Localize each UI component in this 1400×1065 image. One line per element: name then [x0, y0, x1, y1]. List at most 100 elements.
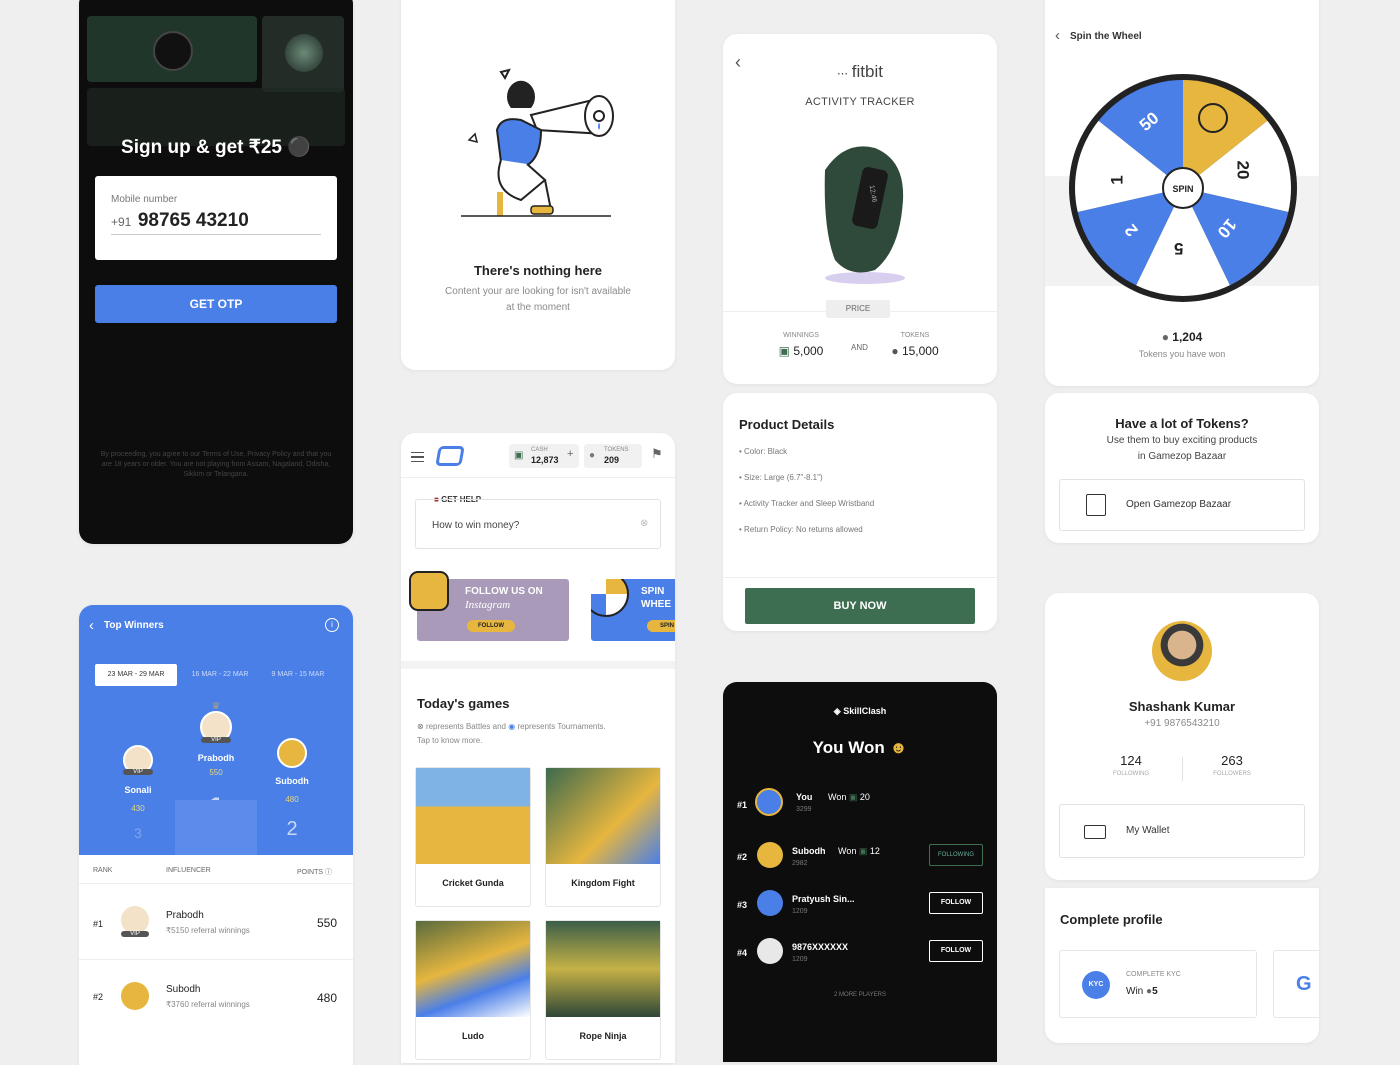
- row-points: 480: [317, 991, 338, 1005]
- spin-banner-button[interactable]: SPIN: [647, 620, 675, 632]
- info-icon[interactable]: i: [325, 618, 339, 632]
- followers-stat[interactable]: 263 FOLLOWERS: [1202, 753, 1262, 777]
- shopping-bag-icon: [1086, 494, 1106, 516]
- vip-badge: VIP: [123, 769, 153, 775]
- game-thumbnail: [416, 921, 530, 1017]
- product-category: ACTIVITY TRACKER: [805, 96, 915, 108]
- info-icon[interactable]: ⓘ: [325, 869, 332, 876]
- table-row[interactable]: #2 Subodh ₹3760 referral winnings 480: [79, 960, 353, 1036]
- table-row[interactable]: #1 VIP Prabodh ₹5150 referral winnings 5…: [79, 884, 353, 960]
- winnings-label: WINNINGS: [783, 332, 819, 339]
- following-stat[interactable]: 124 FOLLOWING: [1101, 753, 1161, 777]
- detail-item: • Activity Tracker and Sleep Wristband: [739, 499, 875, 508]
- terms-text: By proceeding, you agree to our Terms of…: [100, 451, 332, 478]
- help-question-box[interactable]: How to win money? ⊗: [415, 499, 661, 549]
- complete-kyc-card[interactable]: KYC COMPLETE KYC Win ●5: [1059, 950, 1257, 1018]
- player-name: Subodh: [792, 846, 826, 856]
- more-players-link[interactable]: 2 MORE PLAYERS: [723, 992, 997, 998]
- won-label: Won: [828, 792, 847, 802]
- player-name: You: [796, 792, 813, 802]
- get-otp-button[interactable]: GET OTP: [95, 285, 337, 323]
- followers-label: FOLLOWERS: [1213, 771, 1251, 777]
- tab-week-1[interactable]: 23 MAR - 29 MAR: [95, 664, 177, 686]
- empty-line2: at the moment: [506, 302, 570, 313]
- crown-icon: ♕: [211, 701, 221, 712]
- bazaar-button-label: Open Gamezop Bazaar: [1126, 499, 1232, 510]
- complete-profile-card: Complete profile KYC COMPLETE KYC Win ●5…: [1045, 888, 1319, 1043]
- token-icon: ●: [891, 344, 899, 358]
- player-score: 2982: [792, 860, 808, 867]
- podium-points: 480: [285, 795, 299, 804]
- col-rank: RANK: [93, 867, 113, 874]
- game-tile-rope-ninja[interactable]: Rope Ninja: [545, 920, 661, 1060]
- cash-value: 12,873: [531, 455, 559, 465]
- brand-name: fitbit: [851, 62, 883, 81]
- instagram-follow-button[interactable]: FOLLOW: [467, 620, 515, 632]
- clear-icon[interactable]: ⊗: [640, 518, 648, 529]
- details-list: • Color: Black • Size: Large (6.7"-8.1")…: [739, 447, 874, 551]
- buy-now-button[interactable]: BUY NOW: [745, 588, 975, 624]
- mobile-number-field[interactable]: Mobile number +91 98765 43210: [95, 176, 337, 260]
- top-winners-card: ‹ Top Winners i 23 MAR - 29 MAR 16 MAR -…: [79, 605, 353, 1065]
- cash-pill[interactable]: ▣ CASH 12,873 +: [509, 444, 579, 468]
- mobile-label: Mobile number: [111, 194, 178, 205]
- detail-item: • Return Policy: No returns allowed: [739, 525, 863, 534]
- follow-button[interactable]: FOLLOW: [929, 892, 983, 914]
- price-label: PRICE: [826, 300, 890, 318]
- mini-wheel-icon: [591, 579, 629, 617]
- avatar: [277, 738, 307, 768]
- row-name: Prabodh: [166, 910, 204, 921]
- winners-title: Top Winners: [104, 620, 164, 631]
- row-rank: #1: [93, 919, 104, 929]
- instagram-icon: [409, 571, 449, 611]
- google-icon: G: [1296, 973, 1312, 995]
- open-bazaar-button[interactable]: Open Gamezop Bazaar: [1059, 479, 1305, 531]
- spin-wheel-card: ‹ Spin the Wheel 50 20 10 5 2 1 SPIN ● 1…: [1045, 0, 1319, 386]
- back-arrow-icon[interactable]: ‹: [1055, 27, 1060, 44]
- add-cash-icon[interactable]: +: [567, 448, 573, 460]
- segment-label-1: 1: [1107, 175, 1127, 185]
- token-icon: ●: [1161, 330, 1169, 344]
- game-thumbnail: [546, 921, 660, 1017]
- player-row: #4 9876XXXXXX 1209 FOLLOW: [723, 932, 997, 976]
- complete-profile-title: Complete profile: [1060, 912, 1163, 927]
- kyc-badge-icon: KYC: [1082, 971, 1110, 999]
- spin-banner[interactable]: SPIN WHEE SPIN: [591, 579, 675, 641]
- cool-emoji-icon: ☻: [889, 738, 908, 757]
- searching-person-illustration: [461, 68, 614, 217]
- following-button[interactable]: FOLLOWING: [929, 844, 983, 866]
- spin-button[interactable]: SPIN: [1163, 184, 1203, 194]
- promo-line1: Use them to buy exciting products: [1106, 435, 1258, 446]
- player-name: Pratyush Sin...: [792, 894, 855, 904]
- game-tile-kingdom-fight[interactable]: Kingdom Fight: [545, 767, 661, 907]
- game-thumbnail: [416, 768, 530, 864]
- trophy-icon[interactable]: ⚑: [651, 446, 663, 462]
- legend-tournaments: represents Tournaments.: [517, 722, 606, 731]
- battle-icon: ⊗: [417, 722, 424, 731]
- game-thumbnail: [546, 768, 660, 864]
- row-sub: ₹3760 referral winnings: [166, 1000, 250, 1009]
- legend-battles: represents Battles and: [425, 722, 506, 731]
- game-tile-ludo[interactable]: Ludo: [415, 920, 531, 1060]
- player-score: 1209: [792, 908, 808, 915]
- back-arrow-icon[interactable]: ‹: [89, 617, 94, 634]
- tab-week-2[interactable]: 16 MAR - 22 MAR: [179, 664, 261, 686]
- segment-label-20: 20: [1233, 160, 1253, 180]
- game-tile-cricket-gunda[interactable]: Cricket Gunda: [415, 767, 531, 907]
- my-wallet-button[interactable]: My Wallet: [1059, 804, 1305, 858]
- instagram-banner[interactable]: FOLLOW US ON Instagram FOLLOW: [409, 571, 569, 641]
- empty-line1: Content your are looking for isn't avail…: [445, 286, 631, 297]
- tab-week-3[interactable]: 9 MAR - 15 MAR: [257, 664, 339, 686]
- player-score: 1209: [792, 956, 808, 963]
- skillclash-logo-icon: ◈: [833, 706, 841, 716]
- google-connect-card[interactable]: G: [1273, 950, 1319, 1018]
- empty-state-card: There's nothing here Content your are lo…: [401, 0, 675, 370]
- token-icon: ●: [589, 450, 596, 461]
- kyc-badge-text: KYC: [1088, 981, 1104, 988]
- kyc-reward-prefix: Win: [1126, 986, 1144, 997]
- tokens-pill[interactable]: ● TOKENS 209: [584, 444, 642, 468]
- country-code: +91: [111, 215, 132, 229]
- avatar: [1152, 621, 1212, 681]
- promo-title: Have a lot of Tokens?: [1115, 416, 1249, 431]
- follow-button[interactable]: FOLLOW: [929, 940, 983, 962]
